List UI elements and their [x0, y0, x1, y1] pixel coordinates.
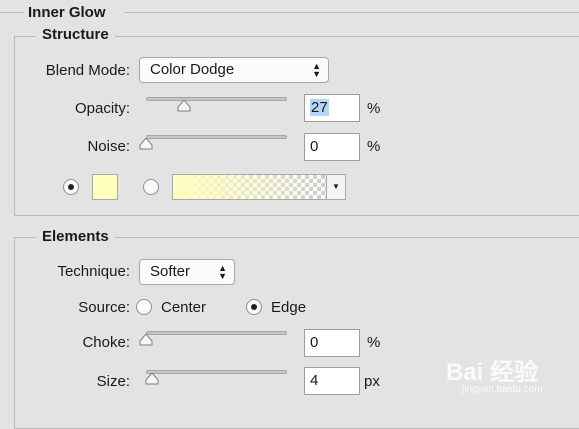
size-value: 4 — [310, 372, 319, 389]
blend-mode-label: Blend Mode: — [45, 62, 130, 79]
technique-value: Softer — [150, 263, 191, 280]
elements-title-wrap: Elements — [36, 228, 115, 246]
choke-slider-track[interactable] — [146, 331, 287, 335]
noise-slider-track[interactable] — [146, 135, 287, 139]
technique-select[interactable]: Softer ▲ ▼ — [139, 259, 235, 285]
inner-glow-title: Inner Glow — [28, 4, 106, 21]
choke-input[interactable]: 0 — [304, 329, 360, 357]
opacity-slider-thumb[interactable] — [177, 100, 191, 112]
choke-value: 0 — [310, 334, 319, 351]
solid-color-radio[interactable] — [63, 179, 79, 195]
noise-slider-thumb[interactable] — [139, 138, 153, 150]
size-slider-track[interactable] — [146, 370, 287, 374]
noise-label: Noise: — [87, 138, 130, 155]
size-slider-thumb[interactable] — [145, 373, 159, 385]
source-edge-label[interactable]: Edge — [271, 299, 306, 316]
opacity-input[interactable]: 27 — [304, 94, 360, 122]
noise-input[interactable]: 0 — [304, 133, 360, 161]
group-frame-line — [124, 12, 579, 13]
gradient-picker[interactable]: ▼ — [172, 174, 346, 200]
gradient-dropdown-arrow-icon[interactable]: ▼ — [326, 175, 345, 199]
size-label: Size: — [96, 373, 130, 390]
color-swatch[interactable] — [92, 174, 118, 200]
noise-unit: % — [367, 138, 381, 155]
elements-title: Elements — [42, 228, 109, 245]
gradient-fill — [173, 175, 345, 199]
blend-mode-value: Color Dodge — [150, 61, 235, 78]
noise-value: 0 — [310, 138, 319, 155]
size-unit: px — [364, 373, 380, 390]
source-edge-radio[interactable] — [246, 299, 262, 315]
watermark-logo: Bai 经验 — [446, 359, 539, 386]
choke-unit: % — [367, 334, 381, 351]
choke-label: Choke: — [82, 334, 130, 351]
group-frame-line — [0, 12, 24, 13]
opacity-label: Opacity: — [74, 100, 130, 117]
opacity-value: 27 — [310, 99, 329, 116]
structure-title: Structure — [42, 26, 109, 43]
select-arrows-icon: ▲ ▼ — [312, 61, 321, 79]
gradient-radio[interactable] — [143, 179, 159, 195]
opacity-unit: % — [367, 100, 381, 117]
source-center-label[interactable]: Center — [161, 299, 206, 316]
source-label: Source: — [78, 299, 130, 316]
structure-title-wrap: Structure — [36, 26, 115, 44]
blend-mode-select[interactable]: Color Dodge ▲ ▼ — [139, 57, 329, 83]
technique-label: Technique: — [57, 263, 130, 280]
select-arrows-icon: ▲ ▼ — [218, 263, 227, 281]
size-input[interactable]: 4 — [304, 367, 360, 395]
watermark-url: jingyan.baidu.com — [462, 384, 543, 395]
choke-slider-thumb[interactable] — [139, 334, 153, 346]
opacity-slider-track[interactable] — [146, 97, 287, 101]
source-center-radio[interactable] — [136, 299, 152, 315]
